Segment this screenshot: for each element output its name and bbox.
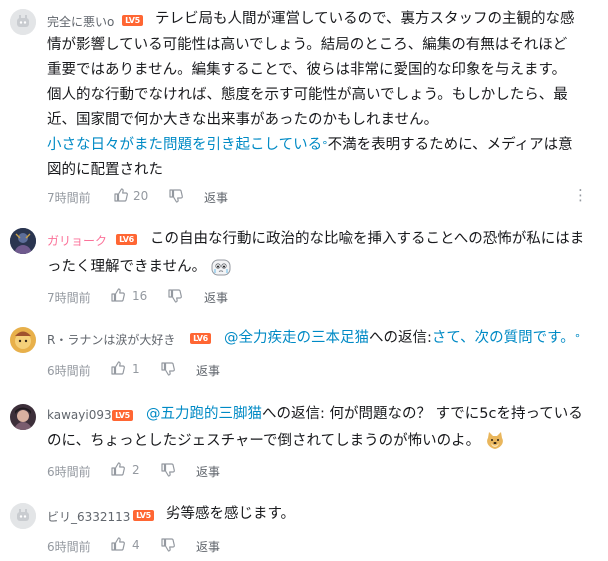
avatar[interactable] [10,503,36,529]
like-icon[interactable] [110,536,126,552]
like-count: 2 [132,463,140,477]
dislike-icon[interactable] [168,188,184,204]
dislike-icon[interactable] [160,361,176,377]
reply-button[interactable]: 返事 [196,463,220,480]
level-badge: LV6 [116,234,137,245]
more-options-icon[interactable]: ⋮ [573,186,588,204]
timestamp: 7時間前 [47,191,91,205]
level-badge: LV5 [112,410,133,421]
comment-item: ガリョーク LV6 この自由な行動に政治的な比喩を挿入することへの恐怖が私にはま… [0,218,608,313]
comment-text: @全力疾走の三本足猫への返信:さて、次の質問です。° [224,330,581,346]
username[interactable]: kawayi093 [47,408,112,422]
dislike-icon[interactable] [160,462,176,478]
comment-item: R・ラナンは涙が大好き LV6 @全力疾走の三本足猫への返信:さて、次の質問です… [0,318,608,383]
like-icon[interactable] [110,461,126,477]
mention-link[interactable]: @五力跑的三脚猫 [146,406,262,422]
doge-emoji-icon [486,432,503,449]
username[interactable]: 完全に悪いo [47,13,114,30]
default-avatar-icon [10,503,36,529]
timestamp: 6時間前 [47,540,91,554]
user-avatar-icon [10,404,36,430]
comment-text: @五力跑的三脚猫への返信: 何が問題なの？ すでに5cを持っている [146,406,583,422]
avatar[interactable] [10,228,36,254]
dislike-icon[interactable] [167,288,183,304]
avatar[interactable] [10,9,36,35]
like-icon[interactable] [113,187,129,203]
comment-text-body: のに、ちょっとしたジェスチャーで倒されてしまうのが怖いのよ。 [47,429,602,454]
comment-text: この自由な行動に政治的な比喩を挿入することへの恐怖が私にはま [150,231,585,247]
reply-button[interactable]: 返事 [204,289,228,306]
like-count: 1 [132,362,140,376]
default-avatar-icon [10,9,36,35]
mention-link[interactable]: @全力疾走の三本足猫 [224,330,369,346]
avatar[interactable] [10,404,36,430]
like-count: 16 [132,289,148,303]
like-icon[interactable] [110,287,126,303]
dislike-icon[interactable] [160,537,176,553]
level-badge: LV5 [122,15,143,26]
timestamp: 6時間前 [47,465,91,479]
level-badge: LV5 [133,510,154,521]
comment-text-body: ったく理解できません。 [47,255,597,280]
search-link[interactable]: さて、次の質問です。 [432,330,575,346]
user-avatar-icon [10,327,36,353]
comment-text-body: 情が影響している可能性は高いでしょう。結局のところ、編集の有無はそれほど 重要で… [47,37,573,178]
user-avatar-icon [10,228,36,254]
username[interactable]: ガリョーク [47,232,107,249]
reply-button[interactable]: 返事 [204,189,228,206]
comment-item: 完全に悪いo LV5 テレビ局も人間が運営しているので、裏方スタッフの主観的な感… [0,0,608,210]
comment-item: ビリ_6332113 LV5 劣等感を感じます。 6時間前 4 返事 [0,497,608,561]
timestamp: 6時間前 [47,364,91,378]
username[interactable]: ビリ_6332113 [47,508,130,525]
avatar[interactable] [10,327,36,353]
timestamp: 7時間前 [47,291,91,305]
like-count: 4 [132,538,140,552]
search-icon[interactable]: ° [575,332,581,345]
search-link[interactable]: 小さな日々がまた問題を引き起こしている [47,137,322,153]
comment-text: 劣等感を感じます。 [166,506,296,522]
crying-emoji-icon [211,259,231,276]
comment-item: kawayi093 LV5 @五力跑的三脚猫への返信: 何が問題なの？ すでに5… [0,396,608,486]
reply-button[interactable]: 返事 [196,362,220,379]
level-badge: LV6 [190,333,211,344]
comment-text: テレビ局も人間が運営しているので、裏方スタッフの主観的な感 [155,11,575,27]
username[interactable]: R・ラナンは涙が大好き [47,331,175,348]
reply-button[interactable]: 返事 [196,538,220,555]
like-count: 20 [133,189,149,203]
like-icon[interactable] [110,360,126,376]
